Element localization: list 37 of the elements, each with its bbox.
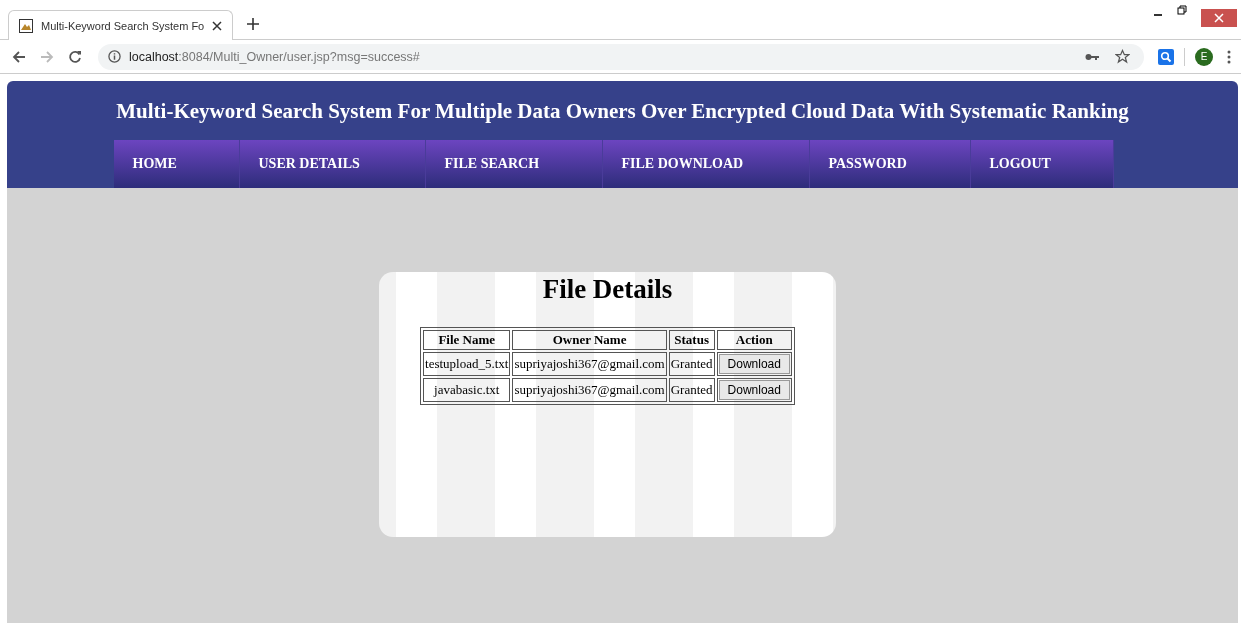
- download-button[interactable]: Download: [718, 380, 790, 400]
- table-cell: supriyajoshi367@gmail.com: [512, 352, 667, 376]
- star-icon[interactable]: [1115, 49, 1130, 64]
- close-icon: [1214, 13, 1224, 23]
- table-cell: supriyajoshi367@gmail.com: [512, 378, 667, 402]
- site-title: Multi-Keyword Search System For Multiple Data Owners Over Encrypted Cloud Data With Systematic Ranking: [116, 99, 1129, 125]
- panel-title: File Details: [542, 274, 673, 305]
- info-icon: [108, 50, 121, 63]
- close-window-button[interactable]: [1201, 9, 1237, 27]
- table-cell: Granted: [668, 378, 715, 402]
- nav-link[interactable]: FILE DOWNLOAD: [602, 140, 810, 188]
- search-icon[interactable]: [1158, 48, 1174, 65]
- address-field[interactable]: localhost:8084/Multi_Owner/user.jsp?msg=success#: [98, 43, 1144, 70]
- column-header: Action: [716, 330, 792, 350]
- column-header: File Name: [423, 330, 511, 350]
- restore-icon[interactable]: [1177, 5, 1187, 15]
- profile-avatar[interactable]: E: [1195, 47, 1213, 66]
- picture-frame-icon: [19, 18, 33, 33]
- reload-icon[interactable]: [68, 49, 82, 64]
- column-header: Status: [668, 330, 715, 350]
- table-cell: testupload_5.txt: [423, 352, 511, 376]
- new-tab-icon[interactable]: [247, 18, 260, 30]
- more-icon[interactable]: [1227, 49, 1231, 64]
- nav-link[interactable]: HOME: [113, 140, 240, 188]
- tab-title: Multi-Keyword Search System Fo: [41, 19, 205, 32]
- close-icon[interactable]: [212, 20, 223, 31]
- table-cell: Granted: [668, 352, 715, 376]
- back-icon[interactable]: [12, 49, 26, 64]
- nav-link[interactable]: FILE SEARCH: [425, 140, 603, 188]
- table-cell: javabasic.txt: [423, 378, 511, 402]
- nav-link[interactable]: USER DETAILS: [239, 140, 426, 188]
- nav-link[interactable]: PASSWORD: [809, 140, 971, 188]
- key-icon[interactable]: [1085, 52, 1099, 61]
- nav-link[interactable]: LOGOUT: [970, 140, 1114, 188]
- browser-tab[interactable]: Multi-Keyword Search System Fo: [8, 10, 234, 40]
- download-button[interactable]: Download: [718, 354, 790, 374]
- column-header: Owner Name: [512, 330, 667, 350]
